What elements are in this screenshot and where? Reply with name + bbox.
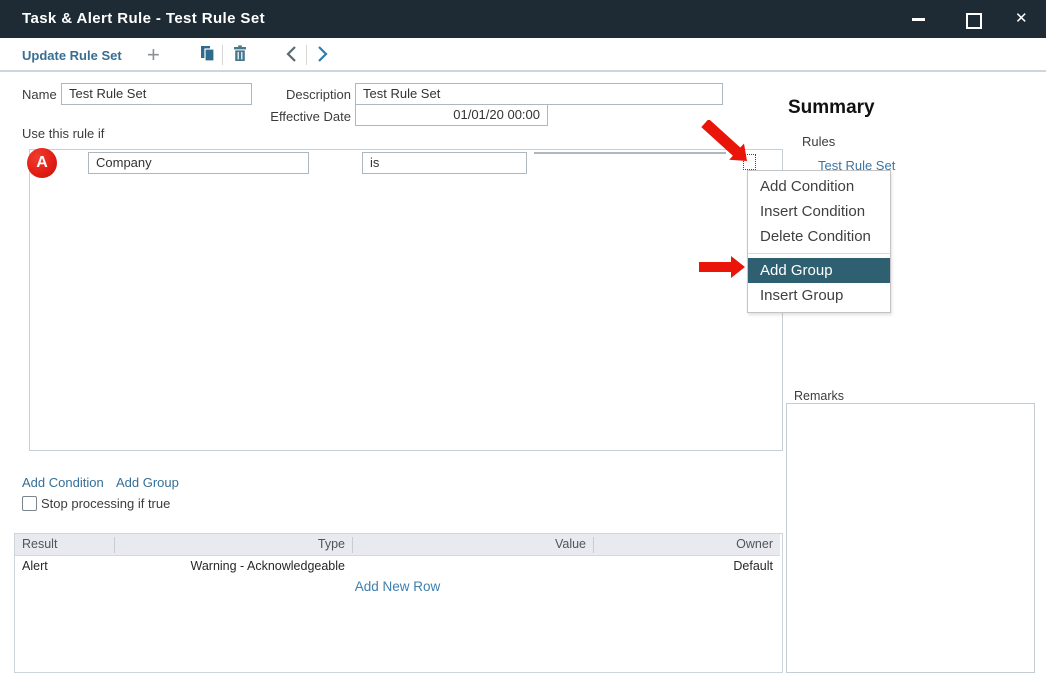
previous-icon[interactable] [285, 46, 298, 62]
close-icon[interactable]: ✕ [1015, 9, 1028, 27]
rules-label: Rules [802, 134, 835, 149]
column-header-owner[interactable]: Owner [593, 537, 773, 551]
column-divider [352, 537, 353, 553]
condition-context-menu: Add Condition Insert Condition Delete Co… [747, 170, 891, 313]
remarks-textarea[interactable] [786, 403, 1035, 673]
column-divider [114, 537, 115, 553]
column-header-value[interactable]: Value [352, 537, 586, 551]
rule-conditions-panel [29, 149, 783, 451]
table-cell-result[interactable]: Alert [22, 559, 48, 573]
menu-item-delete-condition[interactable]: Delete Condition [748, 224, 890, 249]
add-group-link[interactable]: Add Group [116, 475, 179, 490]
next-icon[interactable] [316, 46, 329, 62]
menu-separator [748, 253, 890, 254]
table-cell-type[interactable]: Warning - Acknowledgeable [114, 559, 345, 573]
effective-date-label: Effective Date [260, 109, 351, 124]
remarks-label: Remarks [794, 389, 844, 403]
copy-icon[interactable] [199, 45, 216, 62]
column-header-result[interactable]: Result [22, 537, 57, 551]
task-alert-rule-window: Task & Alert Rule - Test Rule Set ✕ Upda… [0, 0, 1046, 681]
summary-heading: Summary [788, 97, 875, 119]
stop-processing-checkbox[interactable] [22, 496, 37, 511]
stop-processing-label: Stop processing if true [41, 496, 170, 511]
maximize-icon[interactable] [966, 13, 982, 29]
table-cell-owner[interactable]: Default [593, 559, 773, 573]
column-divider [593, 537, 594, 553]
condition-value-input[interactable] [534, 152, 726, 154]
add-icon[interactable]: + [147, 42, 160, 68]
delete-icon[interactable] [232, 45, 248, 62]
effective-date-input[interactable]: 01/01/20 00:00 [355, 104, 548, 126]
menu-item-add-group[interactable]: Add Group [748, 258, 890, 283]
use-this-rule-if-label: Use this rule if [22, 126, 104, 141]
add-condition-link[interactable]: Add Condition [22, 475, 104, 490]
column-header-type[interactable]: Type [114, 537, 345, 551]
name-input[interactable]: Test Rule Set [61, 83, 252, 105]
annotation-badge-a: A [27, 148, 57, 178]
window-title: Task & Alert Rule - Test Rule Set [22, 10, 265, 27]
toolbar-separator [222, 45, 223, 65]
description-label: Description [271, 87, 351, 102]
annotation-arrow-to-menu-button [700, 120, 752, 166]
menu-item-add-condition[interactable]: Add Condition [748, 174, 890, 199]
minimize-icon[interactable] [912, 18, 925, 21]
toolbar-separator [306, 45, 307, 65]
name-label: Name [22, 87, 57, 102]
condition-operator-select[interactable]: is [362, 152, 527, 174]
update-rule-set-button[interactable]: Update Rule Set [22, 48, 122, 63]
menu-item-insert-condition[interactable]: Insert Condition [748, 199, 890, 224]
menu-item-insert-group[interactable]: Insert Group [748, 283, 890, 308]
description-input[interactable]: Test Rule Set [355, 83, 723, 105]
annotation-arrow-to-add-group [697, 255, 747, 279]
condition-field-select[interactable]: Company [88, 152, 309, 174]
add-new-row-link[interactable]: Add New Row [14, 579, 781, 594]
